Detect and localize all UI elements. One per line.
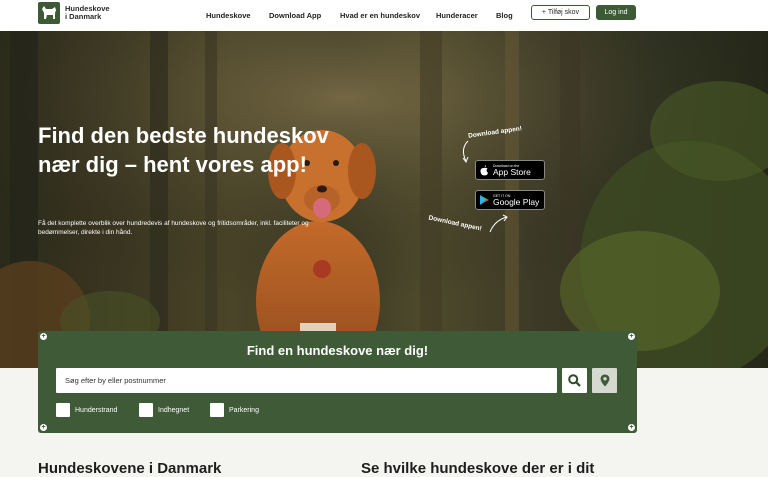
- nav-hvad-er-en-hundeskov[interactable]: Hvad er en hundeskov: [340, 11, 420, 20]
- filter-label: Indhegnet: [158, 406, 190, 414]
- logo-text: Hundeskove i Danmark: [65, 4, 110, 22]
- checkbox[interactable]: [56, 403, 70, 417]
- arrow-up-icon: [489, 214, 508, 233]
- google-play-button[interactable]: GET IT ON Google Play: [475, 190, 545, 210]
- forest-dog-background-image: [0, 31, 768, 368]
- corner-plus-icon: +: [40, 424, 47, 431]
- dog-logo-icon: [38, 2, 60, 24]
- checkbox[interactable]: [139, 403, 153, 417]
- filter-hunderstrand[interactable]: Hunderstrand: [56, 403, 117, 417]
- search-input[interactable]: [56, 368, 557, 393]
- hero-title: Find den bedste hundeskov nær dig – hent…: [38, 123, 329, 177]
- filter-label: Hunderstrand: [75, 406, 118, 414]
- hero-section: Find den bedste hundeskov nær dig – hent…: [0, 31, 768, 368]
- google-play-icon: [480, 195, 489, 205]
- site-logo[interactable]: Hundeskove i Danmark: [38, 2, 110, 24]
- nav-download-app[interactable]: Download App: [269, 11, 321, 20]
- top-header: Hundeskove i Danmark Hundeskove Download…: [0, 0, 768, 31]
- google-play-big-text: Google Play: [493, 196, 540, 207]
- app-store-button[interactable]: Download on the App Store: [475, 160, 545, 180]
- login-button[interactable]: Log ind: [596, 5, 636, 20]
- add-forest-button[interactable]: + Tilføj skov: [531, 5, 590, 20]
- corner-plus-icon: +: [628, 333, 635, 340]
- filter-indhegnet[interactable]: Indhegnet: [139, 403, 189, 417]
- search-title: Find en hundeskove nær dig!: [246, 343, 429, 358]
- search-panel: + + + + Find en hundeskove nær dig! Hund…: [38, 331, 637, 433]
- arrow-down-icon: [462, 140, 469, 164]
- corner-plus-icon: +: [40, 333, 47, 340]
- hero-subtitle: Få det komplette overblik over hundredev…: [38, 220, 309, 236]
- search-button[interactable]: [562, 368, 587, 393]
- filter-label: Parkering: [229, 406, 259, 414]
- nav-hundeskove[interactable]: Hundeskove: [206, 11, 251, 20]
- nav-hunderacer[interactable]: Hunderacer: [436, 11, 478, 20]
- checkbox[interactable]: [210, 403, 224, 417]
- location-button[interactable]: [592, 368, 617, 393]
- apple-icon: [480, 164, 488, 175]
- app-store-big-text: App Store: [493, 166, 531, 177]
- corner-plus-icon: +: [628, 424, 635, 431]
- map-pin-icon: [600, 374, 609, 387]
- logo-line-2: i Danmark: [65, 12, 102, 21]
- search-icon: [568, 374, 581, 387]
- filter-parkering[interactable]: Parkering: [210, 403, 259, 417]
- nav-blog[interactable]: Blog: [496, 11, 513, 20]
